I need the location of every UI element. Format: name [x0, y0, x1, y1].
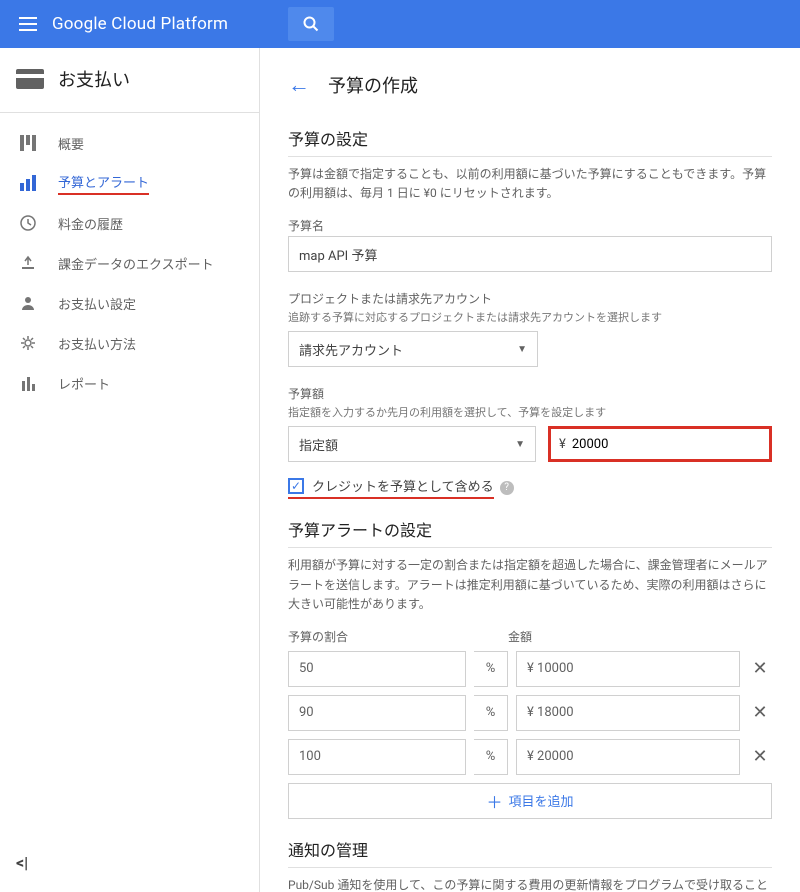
amount-type-select[interactable]: 指定額 ▼ [288, 426, 536, 462]
overview-icon [16, 131, 40, 155]
alert-pct-input[interactable] [288, 651, 466, 687]
alert-section-desc: 利用額が予算に対する一定の割合または指定額を超過した場合に、課金管理者にメールア… [288, 556, 772, 614]
billing-icon [16, 69, 44, 89]
sidebar-item-history[interactable]: 料金の履歴 [0, 203, 259, 243]
search-button[interactable] [288, 7, 334, 41]
reports-icon [16, 371, 40, 395]
amount-input[interactable] [572, 437, 761, 452]
scope-sub: 追跡する予算に対応するプロジェクトまたは請求先アカウントを選択します [288, 309, 772, 325]
pct-symbol: % [474, 695, 508, 731]
pct-symbol: % [474, 651, 508, 687]
add-item-label: 項目を追加 [509, 791, 574, 810]
sidebar-item-label: 料金の履歴 [58, 214, 123, 233]
notify-section-title: 通知の管理 [288, 837, 772, 868]
page-title: 予算の作成 [328, 72, 418, 98]
page-header: ← 予算の作成 [288, 72, 772, 98]
scope-label: プロジェクトまたは請求先アカウント [288, 290, 772, 307]
top-bar: Google Cloud Platform [0, 0, 800, 48]
currency-symbol: ¥ [559, 437, 566, 452]
credit-checkbox-row[interactable]: ✓ クレジットを予算として含める ? [288, 476, 772, 499]
budget-name-label: 予算名 [288, 217, 772, 234]
alert-amount: ¥ 10000 [516, 651, 740, 687]
logo: Google Cloud Platform [52, 14, 228, 34]
sidebar-item-label: お支払い方法 [58, 334, 136, 353]
delete-row-icon[interactable]: ✕ [748, 658, 772, 679]
alert-table: 予算の割合 金額 % ¥ 10000 ✕ % ¥ 18000 ✕ % ¥ 200… [288, 628, 772, 819]
sidebar-title: お支払い [58, 66, 130, 92]
amount-label: 予算額 [288, 385, 772, 402]
alert-amount: ¥ 18000 [516, 695, 740, 731]
alert-amount: ¥ 20000 [516, 739, 740, 775]
alert-row: % ¥ 18000 ✕ [288, 695, 772, 731]
search-icon [303, 16, 319, 32]
checkbox-checked-icon: ✓ [288, 478, 304, 494]
delete-row-icon[interactable]: ✕ [748, 746, 772, 767]
help-icon[interactable]: ? [500, 481, 514, 495]
budgets-icon [16, 171, 40, 195]
scope-value: 請求先アカウント [299, 340, 403, 359]
credit-checkbox-label: クレジットを予算として含める [312, 476, 494, 495]
sidebar-item-label: 概要 [58, 134, 84, 153]
sidebar-item-label: レポート [58, 374, 110, 393]
sidebar-item-payment[interactable]: お支払い方法 [0, 323, 259, 363]
pct-symbol: % [474, 739, 508, 775]
menu-icon[interactable] [8, 4, 48, 44]
plus-icon: ＋ [486, 789, 502, 813]
amount-sub: 指定額を入力するか先月の利用額を選択して、予算を設定します [288, 404, 772, 420]
alert-col-amt: 金額 [508, 628, 772, 645]
delete-row-icon[interactable]: ✕ [748, 702, 772, 723]
alert-section-title: 予算アラートの設定 [288, 517, 772, 548]
alert-col-pct: 予算の割合 [288, 628, 508, 645]
alert-pct-input[interactable] [288, 695, 466, 731]
sidebar-item-label: 予算とアラート [58, 172, 149, 195]
add-item-button[interactable]: ＋ 項目を追加 [288, 783, 772, 819]
sidebar-item-export[interactable]: 課金データのエクスポート [0, 243, 259, 283]
alert-row: % ¥ 10000 ✕ [288, 651, 772, 687]
chevron-down-icon: ▼ [517, 344, 527, 355]
budget-section-title: 予算の設定 [288, 126, 772, 157]
sidebar-item-label: 課金データのエクスポート [58, 254, 214, 273]
gear-icon [16, 331, 40, 355]
collapse-sidebar[interactable]: <| [16, 853, 28, 872]
sidebar-header: お支払い [0, 66, 259, 112]
amount-input-highlight: ¥ [548, 426, 772, 462]
sidebar-item-budgets[interactable]: 予算とアラート [0, 163, 259, 203]
sidebar-item-settings[interactable]: お支払い設定 [0, 283, 259, 323]
main-content: ← 予算の作成 予算の設定 予算は金額で指定することも、以前の利用額に基づいた予… [260, 48, 800, 892]
alert-pct-input[interactable] [288, 739, 466, 775]
budget-name-input[interactable] [288, 236, 772, 272]
scope-select[interactable]: 請求先アカウント ▼ [288, 331, 538, 367]
sidebar-item-overview[interactable]: 概要 [0, 123, 259, 163]
person-icon [16, 291, 40, 315]
amount-type-value: 指定額 [299, 435, 338, 454]
notify-section-desc: Pub/Sub 通知を使用して、この予算に関する費用の更新情報をプログラムで受け… [288, 876, 772, 892]
chevron-down-icon: ▼ [515, 439, 525, 450]
budget-section-desc: 予算は金額で指定することも、以前の利用額に基づいた予算にすることもできます。予算… [288, 165, 772, 203]
history-icon [16, 211, 40, 235]
sidebar-item-label: お支払い設定 [58, 294, 136, 313]
alert-row: % ¥ 20000 ✕ [288, 739, 772, 775]
sidebar: お支払い 概要 予算とアラート 料金の履歴 課金データのエクスポート お支払い設… [0, 48, 260, 892]
back-arrow-icon[interactable]: ← [288, 72, 310, 98]
sidebar-item-reports[interactable]: レポート [0, 363, 259, 403]
export-icon [16, 251, 40, 275]
